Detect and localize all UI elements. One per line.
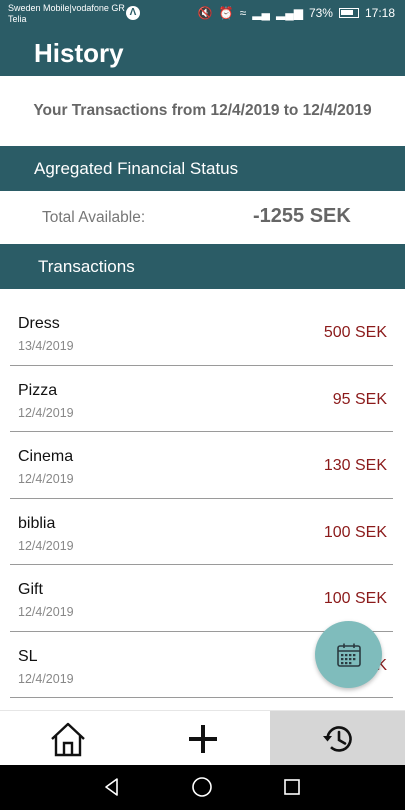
- carrier-line-2: Telia: [8, 14, 27, 24]
- calendar-button[interactable]: [315, 621, 382, 688]
- transaction-amount: 500 SEK: [323, 324, 387, 341]
- total-label: Total Available:: [42, 209, 146, 226]
- wifi-icon: ≈: [239, 6, 247, 20]
- status-bar: Sweden Mobile|vodafone GR Telia Λ 🔇 ⏰ ≈ …: [0, 0, 405, 28]
- mute-icon: 🔇: [197, 6, 213, 20]
- transactions-header-label: Transactions: [38, 257, 135, 276]
- nav-history-button[interactable]: [270, 711, 405, 766]
- transaction-name: Dress: [18, 315, 60, 332]
- system-navigation-bar: [0, 765, 405, 810]
- system-back-button[interactable]: [99, 774, 125, 800]
- list-item[interactable]: Dress 13/4/2019 500 SEK: [10, 299, 393, 366]
- transaction-amount: 130 SEK: [323, 457, 387, 474]
- transaction-amount: 95 SEK: [332, 390, 387, 408]
- transaction-amount: 100 SEK: [323, 523, 387, 541]
- signal-icon: ▂▄: [252, 6, 270, 20]
- transaction-name: Pizza: [18, 381, 58, 399]
- add-icon: [188, 724, 217, 753]
- aggregated-header-label: Agregated Financial Status: [34, 159, 239, 178]
- transaction-date: 12/4/2019: [18, 605, 74, 619]
- home-icon: [50, 722, 85, 756]
- recents-square-icon: [284, 779, 300, 795]
- signal-icon-2: ▂▄▆: [275, 6, 303, 20]
- transaction-date: 12/4/2019: [18, 538, 74, 553]
- list-item[interactable]: Cinema 12/4/2019 130 SEK: [10, 432, 393, 499]
- bottom-navigation: [0, 710, 405, 766]
- nav-add-button[interactable]: [135, 711, 270, 766]
- nav-home-button[interactable]: [0, 711, 135, 766]
- transaction-date: 12/4/2019: [18, 405, 74, 420]
- home-circle-icon: [192, 777, 212, 797]
- history-icon: [322, 725, 352, 752]
- alarm-icon: ⏰: [218, 6, 234, 20]
- transaction-amount: 100 SEK: [323, 590, 387, 607]
- transactions-header: Transactions: [0, 244, 405, 289]
- calendar-icon: [336, 643, 361, 667]
- period-text: Your Transactions from 12/4/2019 to 12/4…: [33, 102, 372, 119]
- battery-percent: 73%: [308, 6, 333, 20]
- transaction-date: 12/4/2019: [18, 472, 74, 486]
- transaction-name: Cinema: [18, 448, 74, 465]
- clock: 17:18: [364, 6, 395, 20]
- carrier-info: Sweden Mobile|vodafone GR Telia: [8, 3, 125, 25]
- page-title: History: [34, 38, 124, 68]
- battery-icon: [338, 8, 359, 18]
- app-bar: History: [0, 28, 405, 76]
- list-item[interactable]: Pizza 12/4/2019 95 SEK: [10, 366, 393, 432]
- notification-icon: Λ: [126, 6, 140, 20]
- carrier-line-1: Sweden Mobile|vodafone GR: [8, 3, 125, 13]
- transaction-name: Gift: [18, 581, 43, 598]
- total-available-row: Total Available: -1255 SEK: [0, 191, 405, 244]
- list-item[interactable]: biblia 12/4/2019 100 SEK: [10, 499, 393, 565]
- status-icons: 🔇 ⏰ ≈ ▂▄ ▂▄▆ 73% 17:18: [198, 6, 395, 20]
- transaction-date: 13/4/2019: [18, 339, 74, 353]
- list-item[interactable]: Gift 12/4/2019 100 SEK: [10, 565, 393, 632]
- transaction-date: 12/4/2019: [18, 671, 74, 686]
- system-recents-button[interactable]: [279, 774, 305, 800]
- back-triangle-icon: [105, 778, 118, 796]
- transaction-name: SL: [18, 647, 38, 665]
- aggregated-header: Agregated Financial Status: [0, 146, 405, 191]
- system-home-button[interactable]: [189, 774, 215, 800]
- transaction-name: biblia: [18, 514, 56, 532]
- total-value: -1255 SEK: [253, 205, 351, 227]
